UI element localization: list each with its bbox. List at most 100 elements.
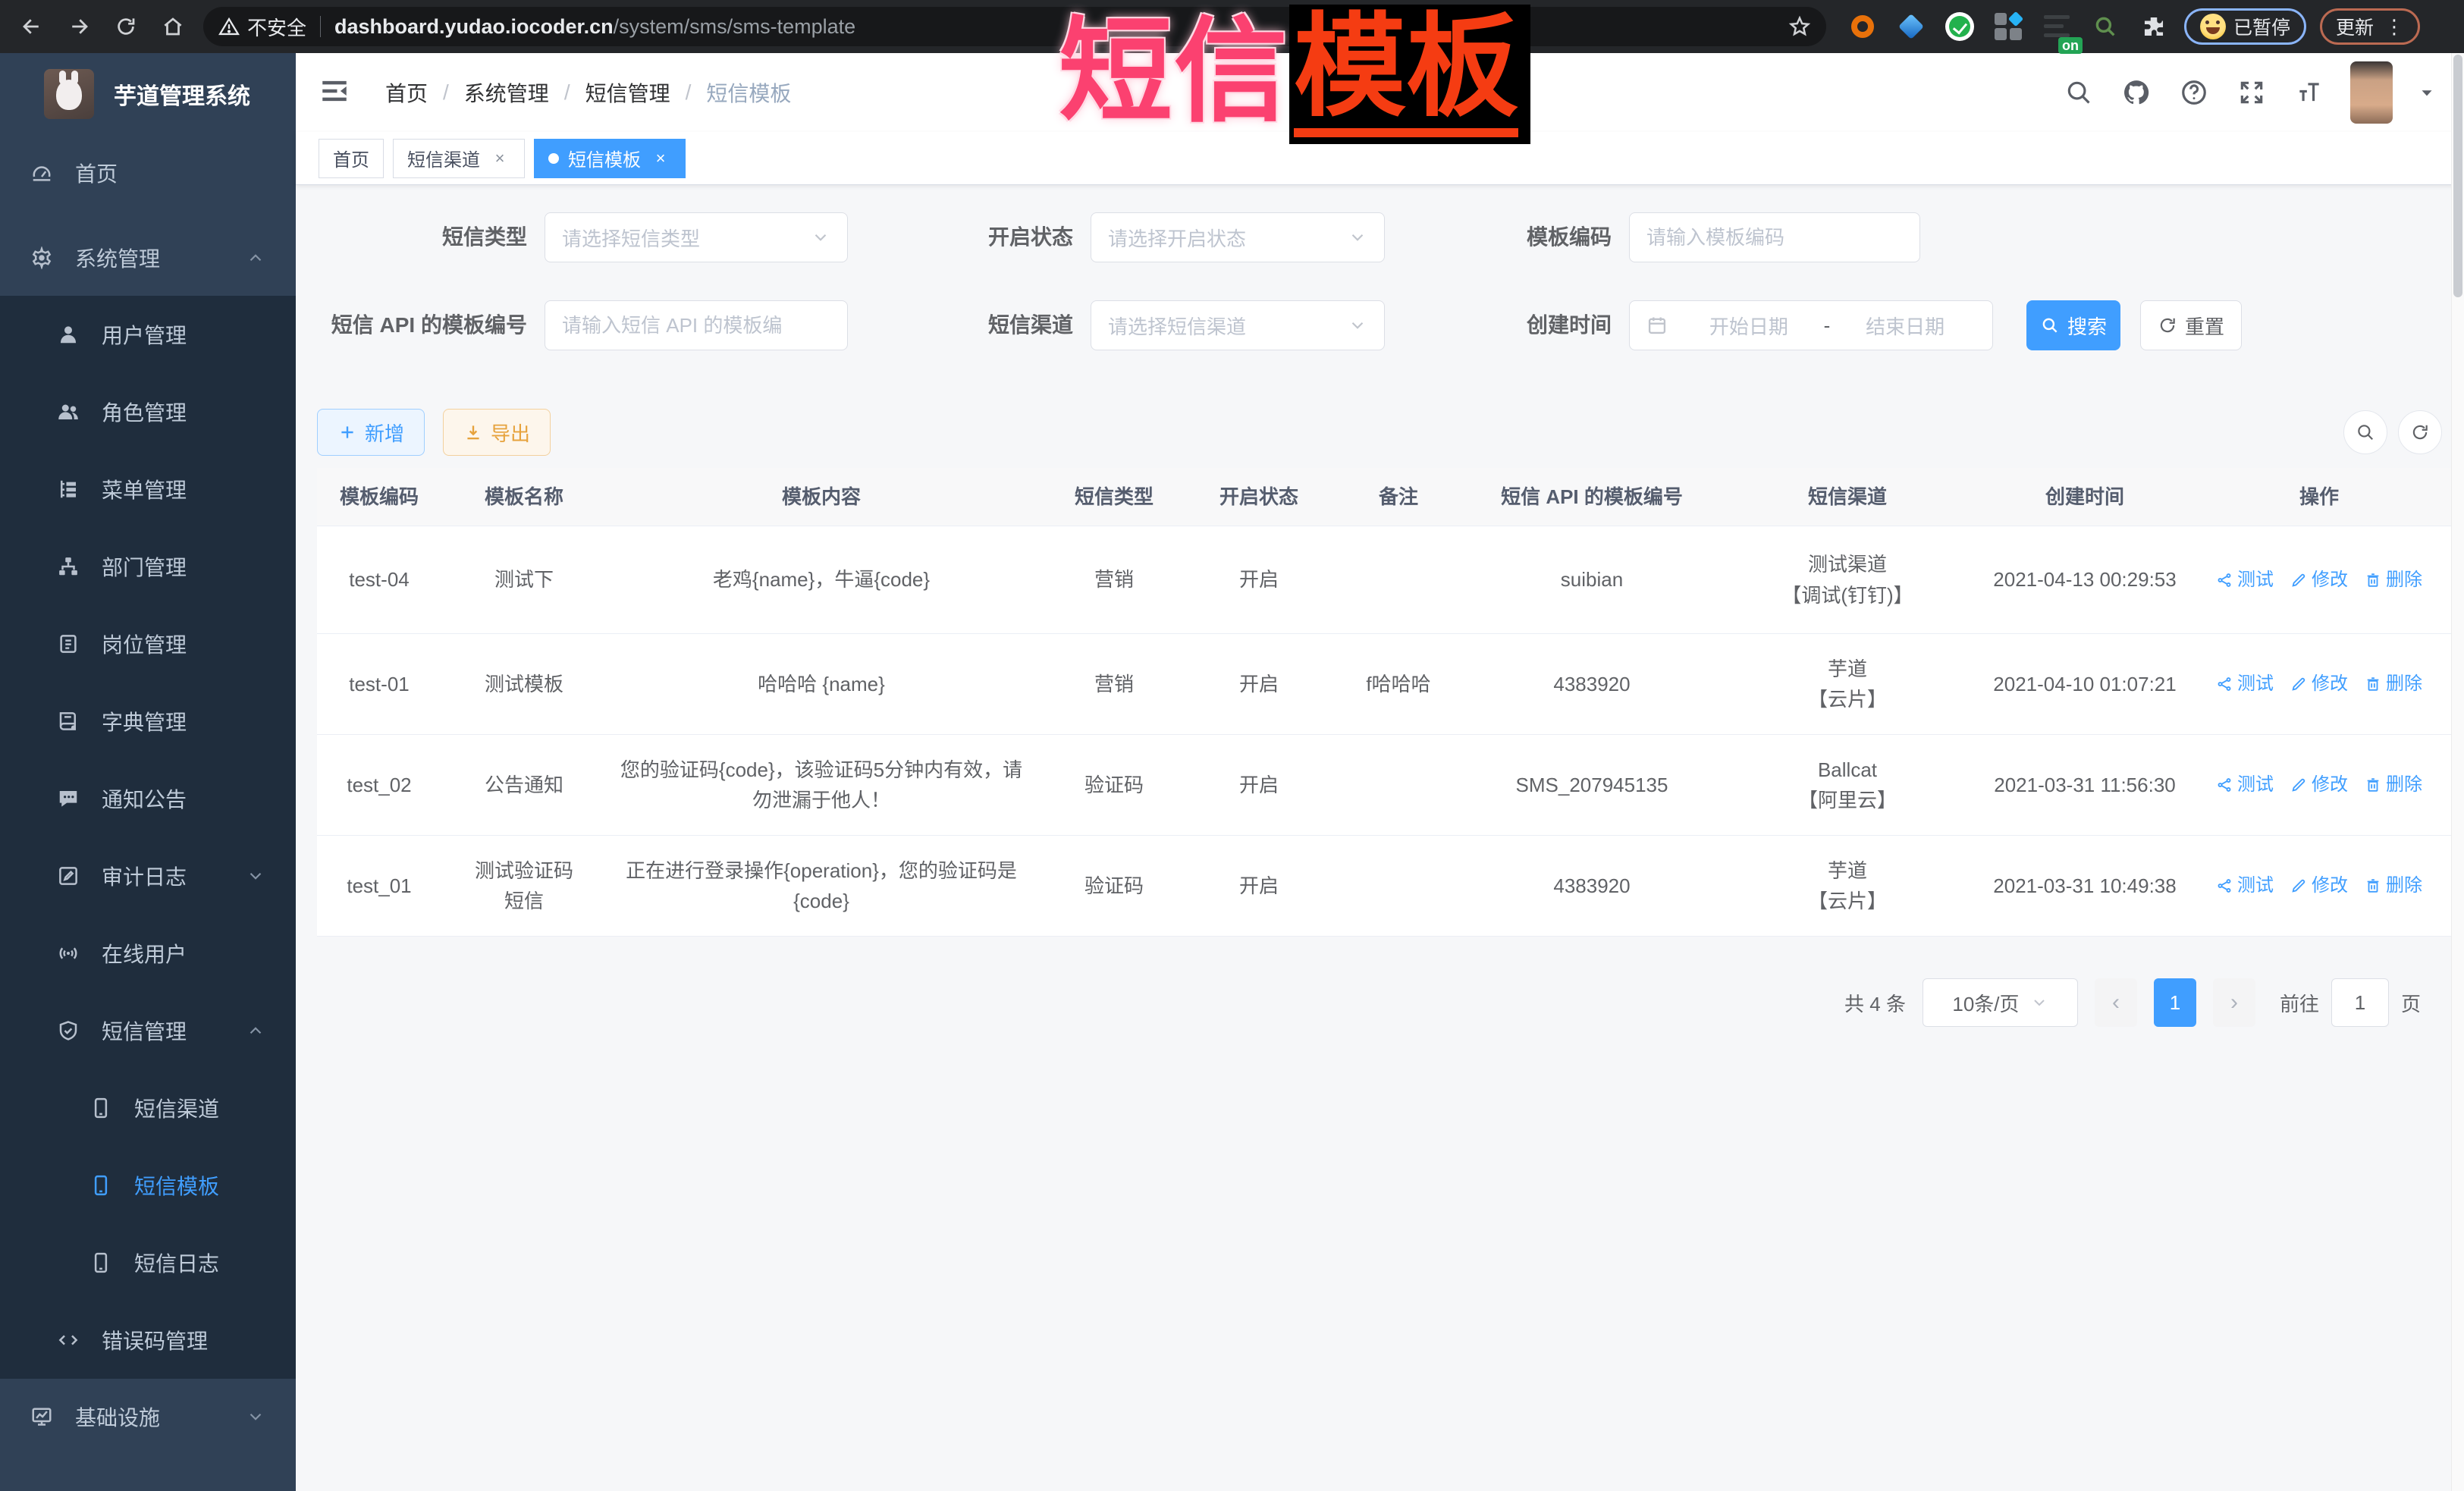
sidebar-item-menu-mgmt[interactable]: 菜单管理 bbox=[0, 450, 296, 528]
sidebar-item-user-mgmt[interactable]: 用户管理 bbox=[0, 296, 296, 373]
browser-update-button[interactable]: 更新 bbox=[2320, 8, 2420, 45]
sidebar-item-home[interactable]: 首页 bbox=[0, 135, 296, 211]
sidebar-toggle-icon[interactable] bbox=[319, 75, 353, 110]
breadcrumb-home[interactable]: 首页 bbox=[385, 77, 428, 108]
col-header: 开启状态 bbox=[1192, 474, 1326, 519]
test-link[interactable]: 测试 bbox=[2216, 566, 2274, 594]
toggle-search-button[interactable] bbox=[2343, 410, 2387, 454]
url-bar[interactable]: 不安全 dashboard.yudao.iocoder.cn/system/sm… bbox=[203, 7, 1826, 46]
tag-sms-template[interactable]: 短信模板 bbox=[534, 139, 686, 178]
breadcrumb-system[interactable]: 系统管理 bbox=[464, 77, 549, 108]
prev-page-button[interactable] bbox=[2095, 978, 2137, 1027]
date-range-picker[interactable]: 开始日期 - 结束日期 bbox=[1629, 300, 1993, 350]
help-icon[interactable] bbox=[2177, 76, 2211, 109]
header-search-icon[interactable] bbox=[2062, 76, 2095, 109]
sidebar-item-sms-log[interactable]: 短信日志 bbox=[0, 1224, 296, 1301]
sidebar-item-infrastructure[interactable]: 基础设施 bbox=[0, 1379, 296, 1455]
github-icon[interactable] bbox=[2120, 76, 2153, 109]
cell-api-template-id: SMS_207945135 bbox=[1471, 756, 1712, 814]
trash-icon bbox=[2365, 572, 2381, 589]
tag-sms-channel[interactable]: 短信渠道 bbox=[393, 139, 525, 178]
api-template-id-input[interactable] bbox=[545, 300, 848, 350]
edit-log-icon bbox=[57, 865, 80, 887]
template-code-input[interactable] bbox=[1629, 212, 1920, 262]
cell-type: 验证码 bbox=[1036, 857, 1192, 915]
app-logo[interactable]: 芋道管理系统 bbox=[0, 53, 296, 135]
sidebar-item-error-code-mgmt[interactable]: 错误码管理 bbox=[0, 1301, 296, 1379]
sidebar-item-audit-log[interactable]: 审计日志 bbox=[0, 837, 296, 915]
test-link[interactable]: 测试 bbox=[2216, 670, 2274, 698]
edit-link[interactable]: 修改 bbox=[2290, 871, 2348, 899]
sidebar-item-sms-template[interactable]: 短信模板 bbox=[0, 1147, 296, 1224]
message-icon bbox=[57, 787, 80, 810]
sidebar-item-sms-mgmt[interactable]: 短信管理 bbox=[0, 992, 296, 1069]
reset-button[interactable]: 重置 bbox=[2140, 300, 2242, 350]
end-date-placeholder[interactable]: 结束日期 bbox=[1835, 312, 1976, 340]
extension-magnifier-icon[interactable] bbox=[2089, 10, 2122, 43]
reload-icon[interactable] bbox=[108, 8, 144, 45]
sidebar-item-dept-mgmt[interactable]: 部门管理 bbox=[0, 528, 296, 605]
page-number-current[interactable]: 1 bbox=[2154, 978, 2196, 1027]
sidebar-item-role-mgmt[interactable]: 角色管理 bbox=[0, 373, 296, 450]
close-icon[interactable] bbox=[650, 148, 671, 169]
scrollbar-thumb[interactable] bbox=[2453, 55, 2462, 297]
channel-select[interactable]: 请选择短信渠道 bbox=[1091, 300, 1385, 350]
refresh-table-button[interactable] bbox=[2398, 410, 2442, 454]
export-button[interactable]: 导出 bbox=[443, 409, 551, 456]
security-warning[interactable]: 不安全 bbox=[218, 13, 306, 41]
badge-icon bbox=[57, 632, 80, 655]
delete-link[interactable]: 删除 bbox=[2365, 771, 2422, 799]
delete-link[interactable]: 删除 bbox=[2365, 566, 2422, 594]
status-label: 开启状态 bbox=[865, 212, 1073, 262]
share-icon bbox=[2216, 572, 2233, 589]
template-code-field[interactable] bbox=[1646, 226, 1903, 250]
home-icon[interactable] bbox=[155, 8, 191, 45]
close-icon[interactable] bbox=[489, 148, 510, 169]
extensions-puzzle-icon[interactable] bbox=[2137, 10, 2171, 43]
user-avatar[interactable] bbox=[2350, 61, 2393, 124]
add-button[interactable]: 新增 bbox=[317, 409, 425, 456]
bookmark-star-icon[interactable] bbox=[1788, 15, 1811, 38]
edit-link[interactable]: 修改 bbox=[2290, 566, 2348, 594]
col-header: 操作 bbox=[2187, 474, 2451, 519]
avatar-caret-icon[interactable] bbox=[2417, 83, 2437, 102]
breadcrumb: 首页 / 系统管理 / 短信管理 / 短信模板 bbox=[385, 77, 791, 108]
forward-icon[interactable] bbox=[61, 8, 97, 45]
test-link[interactable]: 测试 bbox=[2216, 871, 2274, 899]
extension-kite-icon[interactable] bbox=[1894, 10, 1928, 43]
kebab-menu-icon[interactable] bbox=[2384, 15, 2404, 39]
search-button[interactable]: 搜索 bbox=[2026, 300, 2120, 350]
sms-type-select[interactable]: 请选择短信类型 bbox=[545, 212, 848, 262]
sidebar-item-online-users[interactable]: 在线用户 bbox=[0, 915, 296, 992]
extension-list-icon[interactable]: on bbox=[2040, 10, 2073, 43]
cell-remark bbox=[1326, 771, 1471, 799]
extension-grid-icon[interactable] bbox=[1992, 10, 2025, 43]
extension-y-icon[interactable] bbox=[1943, 10, 1976, 43]
sidebar-item-dict-mgmt[interactable]: 字典管理 bbox=[0, 683, 296, 760]
breadcrumb-sms[interactable]: 短信管理 bbox=[585, 77, 670, 108]
delete-link[interactable]: 删除 bbox=[2365, 871, 2422, 899]
tag-home[interactable]: 首页 bbox=[319, 139, 384, 178]
extension-ring-icon[interactable] bbox=[1846, 10, 1879, 43]
start-date-placeholder[interactable]: 开始日期 bbox=[1678, 312, 1819, 340]
font-size-icon[interactable] bbox=[2293, 76, 2326, 109]
sidebar-item-post-mgmt[interactable]: 岗位管理 bbox=[0, 605, 296, 683]
test-link[interactable]: 测试 bbox=[2216, 771, 2274, 799]
next-page-button[interactable] bbox=[2213, 978, 2255, 1027]
sidebar-item-notice[interactable]: 通知公告 bbox=[0, 760, 296, 837]
fullscreen-icon[interactable] bbox=[2235, 76, 2268, 109]
status-select[interactable]: 请选择开启状态 bbox=[1091, 212, 1385, 262]
sidebar-item-sms-channel[interactable]: 短信渠道 bbox=[0, 1069, 296, 1147]
sidebar-item-system-mgmt[interactable]: 系统管理 bbox=[0, 220, 296, 296]
api-template-id-field[interactable] bbox=[562, 314, 830, 337]
page-size-select[interactable]: 10条/页 bbox=[1923, 978, 2078, 1027]
browser-profile-chip[interactable]: 已暂停 bbox=[2184, 8, 2306, 45]
edit-link[interactable]: 修改 bbox=[2290, 771, 2348, 799]
back-icon[interactable] bbox=[14, 8, 50, 45]
edit-link[interactable]: 修改 bbox=[2290, 670, 2348, 698]
chevron-down-icon bbox=[246, 866, 265, 886]
goto-page-input[interactable] bbox=[2331, 978, 2389, 1027]
col-header: 短信渠道 bbox=[1712, 474, 1982, 519]
page-scrollbar[interactable] bbox=[2451, 53, 2464, 1491]
delete-link[interactable]: 删除 bbox=[2365, 670, 2422, 698]
